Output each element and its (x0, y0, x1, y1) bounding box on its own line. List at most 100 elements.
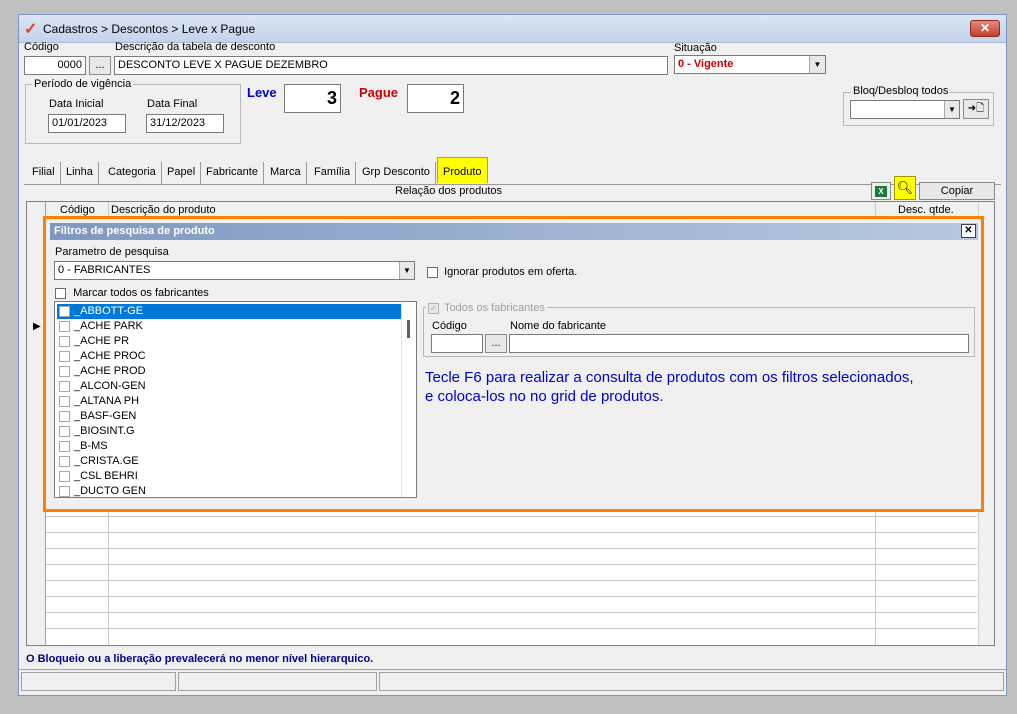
param-value: 0 - FABRICANTES (58, 264, 151, 276)
leve-field[interactable]: 3 (284, 84, 341, 113)
checkbox-box (59, 350, 70, 362)
window-title: Cadastros > Descontos > Leve x Pague (43, 22, 256, 36)
list-scroll-thumb[interactable] (407, 320, 410, 338)
grid-row-line (46, 628, 977, 629)
fabricante-codigo-field[interactable] (431, 334, 483, 353)
tab-strip (24, 184, 1001, 185)
status-divider (19, 669, 1006, 670)
grid-title: Relação dos produtos (395, 185, 503, 197)
tab-produto[interactable]: Produto (437, 157, 488, 183)
checkbox-box (59, 305, 70, 317)
tab-linha[interactable]: Linha (61, 162, 99, 184)
copy-button[interactable]: Copiar (919, 182, 995, 200)
checkbox-box (59, 365, 70, 377)
tab-grp-desconto[interactable]: Grp Desconto (357, 162, 436, 184)
column-header-descricao[interactable]: Descrição do produto (111, 204, 216, 216)
fabricante-lookup-button[interactable]: ... (485, 334, 507, 353)
codigo-label: Código (24, 41, 59, 53)
window-close-button[interactable]: ✕ (970, 20, 1000, 37)
mark-all-label: Marcar todos os fabricantes (73, 287, 209, 299)
row-pointer-icon: ▶ (33, 321, 41, 332)
codigo-lookup-button[interactable]: ... (89, 56, 111, 75)
tab-familia[interactable]: Família (309, 162, 357, 184)
grid-row-line (46, 612, 977, 613)
param-select[interactable]: 0 - FABRICANTES ▼ (54, 261, 415, 280)
manufacturers-list[interactable]: _ABBOTT-GE _ACHE PARK _ACHE PR _ACHE PRO… (54, 301, 417, 498)
filter-panel-close-button[interactable]: ✕ (961, 224, 976, 238)
checkbox-box (59, 485, 70, 497)
checkbox-box (59, 410, 70, 422)
list-item[interactable]: _B-MS (57, 439, 408, 454)
param-label: Parametro de pesquisa (55, 246, 169, 258)
data-final-label: Data Final (147, 98, 198, 110)
all-manufacturers-checkbox[interactable]: ✓ Todos os fabricantes (426, 302, 547, 314)
checkbox-box: ✓ (428, 302, 439, 314)
list-item[interactable]: _ACHE PROC (57, 349, 408, 364)
checkbox-box (59, 335, 70, 347)
grid-row-line (46, 564, 977, 565)
ignore-offer-label: Ignorar produtos em oferta. (444, 266, 578, 278)
fabricante-codigo-label: Código (432, 320, 467, 332)
status-panel-1 (21, 672, 176, 691)
app-check-icon: ✓ (24, 21, 38, 38)
search-filter-button[interactable]: 🔍︎ (894, 176, 916, 200)
list-item[interactable]: _ACHE PROD (57, 364, 408, 379)
status-panel-3 (379, 672, 1004, 691)
grid-row-line (46, 516, 977, 517)
list-item[interactable]: _ACHE PARK (57, 319, 408, 334)
codigo-field[interactable]: 0000 (24, 56, 86, 75)
checkbox-box (59, 320, 70, 332)
filter-panel-titlebar: Filtros de pesquisa de produto ✕ (50, 223, 978, 240)
ignore-offer-checkbox[interactable]: Ignorar produtos em oferta. (427, 266, 577, 278)
list-item[interactable]: _DUCTO GEN (57, 484, 408, 497)
situacao-select[interactable]: 0 - Vigente ▼ (674, 55, 826, 74)
situacao-value: 0 - Vigente (678, 58, 734, 70)
status-message: O Bloqueio ou a liberação prevalecerá no… (26, 653, 374, 665)
chevron-down-icon: ▼ (809, 56, 825, 73)
list-item[interactable]: _ALTANA PH (57, 394, 408, 409)
tab-categoria[interactable]: Categoria (103, 162, 162, 184)
descricao-field[interactable]: DESCONTO LEVE X PAGUE DEZEMBRO (114, 56, 668, 75)
list-scrollbar[interactable] (401, 302, 416, 497)
chevron-down-icon: ▼ (399, 262, 414, 279)
tab-marca[interactable]: Marca (265, 162, 307, 184)
tab-filial[interactable]: Filial (27, 162, 61, 184)
tab-fabricante[interactable]: Fabricante (201, 162, 264, 184)
situacao-label: Situação (674, 42, 717, 54)
checkbox-box (59, 380, 70, 392)
bloq-apply-button[interactable]: ➜🗋 (963, 99, 989, 119)
mark-all-checkbox[interactable]: Marcar todos os fabricantes (55, 287, 209, 299)
magnifier-icon: 🔍︎ (896, 180, 914, 195)
filter-hint: Tecle F6 para realizar a consulta de pro… (425, 369, 914, 405)
checkbox-box (59, 455, 70, 467)
bloq-label: Bloq/Desbloq todos (851, 85, 951, 97)
excel-icon: X (875, 186, 887, 197)
list-item[interactable]: _BASF-GEN (57, 409, 408, 424)
grid-row-line (46, 596, 977, 597)
checkbox-box (59, 395, 70, 407)
list-item[interactable]: _BIOSINT.G (57, 424, 408, 439)
checkbox-box (55, 287, 66, 299)
column-header-codigo[interactable]: Código (60, 204, 95, 216)
filter-panel-title: Filtros de pesquisa de produto (54, 225, 215, 237)
pague-field[interactable]: 2 (407, 84, 464, 113)
excel-export-button[interactable]: X (871, 182, 891, 200)
fabricante-nome-field[interactable] (509, 334, 969, 353)
descricao-label: Descrição da tabela de desconto (115, 41, 276, 53)
checkbox-box (59, 470, 70, 482)
column-header-desc-qtde[interactable]: Desc. qtde. (898, 204, 954, 216)
checkbox-box (59, 440, 70, 452)
bloq-select[interactable]: ▼ (850, 100, 960, 119)
list-item[interactable]: _ABBOTT-GE (57, 304, 408, 319)
list-item[interactable]: _ACHE PR (57, 334, 408, 349)
tab-papel[interactable]: Papel (162, 162, 202, 184)
checkbox-box (427, 266, 438, 278)
periodo-label: Período de vigência (32, 78, 134, 90)
data-inicial-field[interactable]: 01/01/2023 (48, 114, 126, 133)
list-item[interactable]: _CSL BEHRI (57, 469, 408, 484)
list-item[interactable]: _ALCON-GEN (57, 379, 408, 394)
leve-label: Leve (247, 85, 277, 100)
data-final-field[interactable]: 31/12/2023 (146, 114, 224, 133)
fabricante-nome-label: Nome do fabricante (510, 320, 606, 332)
list-item[interactable]: _CRISTA.GE (57, 454, 408, 469)
